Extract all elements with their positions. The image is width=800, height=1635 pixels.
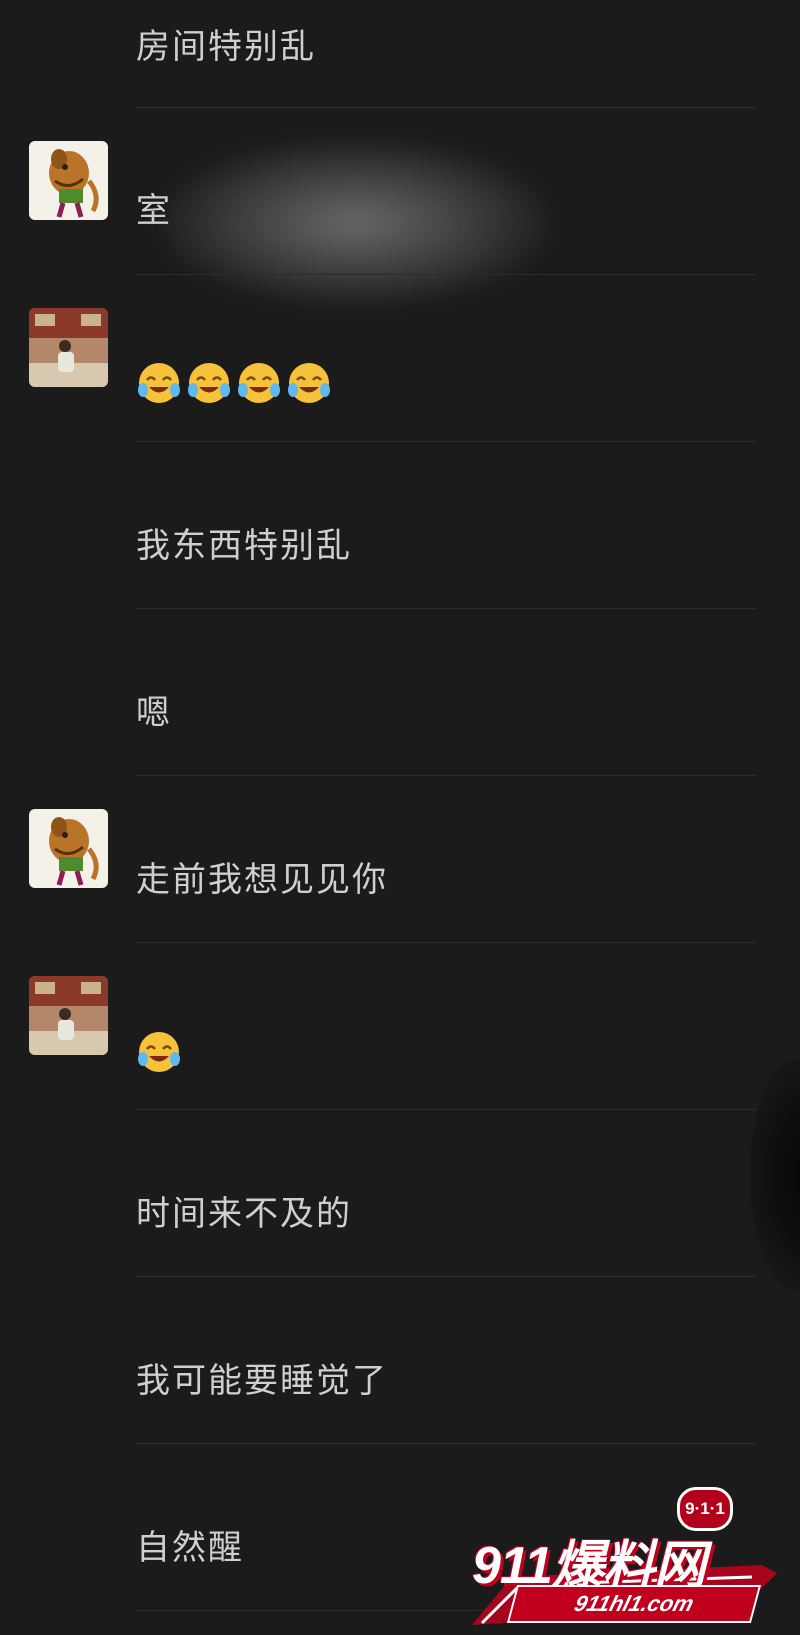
laughing-crying-emoji: [238, 363, 280, 403]
message-text: 嗯: [136, 693, 172, 733]
laughing-crying-emoji: [138, 363, 180, 403]
chat-history-screen: 房间特别乱 室 我东西特别乱 嗯 走前我想见见你 时间来不及的 我可能要睡觉了 …: [0, 0, 800, 1635]
message-row[interactable]: 走前我想见见你: [0, 776, 800, 943]
message-row[interactable]: 时间来不及的: [0, 1110, 800, 1277]
message-text: 走前我想见见你: [136, 860, 388, 900]
message-text: 房间特别乱: [136, 27, 316, 67]
person-avatar[interactable]: [29, 976, 108, 1055]
laughing-crying-emoji: [288, 363, 330, 403]
laughing-crying-emoji: [138, 1032, 180, 1072]
watermark-logo: 9·1·1 911爆料网 911hl1.com: [472, 1487, 782, 1627]
scooby-avatar[interactable]: [29, 809, 108, 888]
message-row[interactable]: [0, 275, 800, 442]
message-row[interactable]: 我东西特别乱: [0, 442, 800, 609]
emoji-message: [136, 360, 336, 406]
watermark-url: 911hl1.com: [506, 1585, 762, 1623]
message-text: 时间来不及的: [136, 1194, 352, 1234]
message-text: 我东西特别乱: [136, 526, 352, 566]
message-row[interactable]: [0, 943, 800, 1110]
scooby-avatar[interactable]: [29, 141, 108, 220]
message-text: 自然醒: [136, 1528, 244, 1568]
laughing-crying-emoji: [188, 363, 230, 403]
person-avatar[interactable]: [29, 308, 108, 387]
message-row[interactable]: 嗯: [0, 609, 800, 776]
message-row[interactable]: 我可能要睡觉了: [0, 1277, 800, 1444]
message-text: 室: [136, 191, 172, 231]
message-row[interactable]: 室: [0, 108, 800, 305]
emoji-message: [136, 1029, 186, 1075]
message-text: 我可能要睡觉了: [136, 1361, 388, 1401]
